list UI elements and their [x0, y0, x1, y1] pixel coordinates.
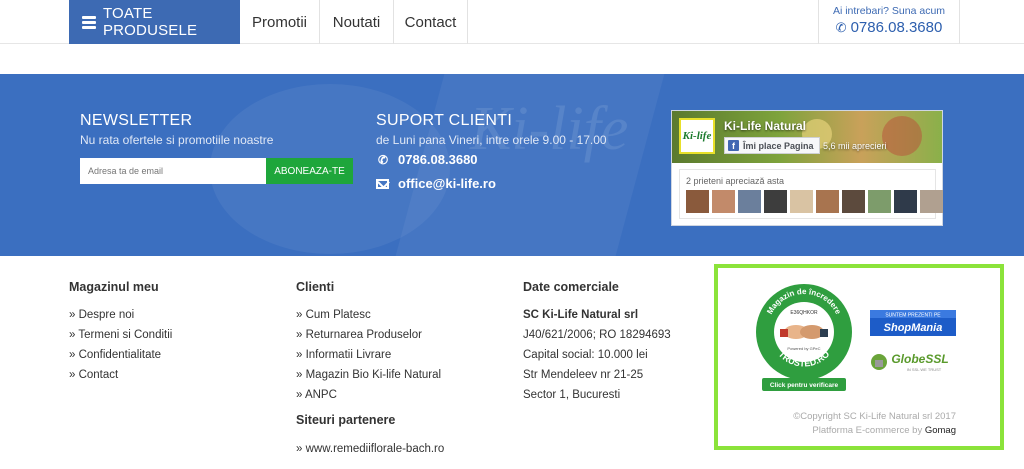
facebook-friends-text: 2 prieteni apreciază asta	[686, 176, 785, 186]
friend-avatar[interactable]	[686, 190, 709, 213]
friend-avatar[interactable]	[764, 190, 787, 213]
copyright-text: ©Copyright SC Ki-Life Natural srl 2017 P…	[793, 410, 956, 438]
link-contact[interactable]: » Contact	[69, 368, 172, 388]
platform-text: Platforma E-commerce by	[812, 425, 923, 436]
nav-noutati[interactable]: Noutati	[320, 0, 394, 44]
phone-icon: ✆	[377, 152, 389, 167]
facebook-like-count: 5,6 mii aprecieri	[823, 141, 887, 151]
all-products-menu-button[interactable]: TOATE PRODUSELE	[69, 0, 240, 44]
facebook-like-label: Îmi place Pagina	[743, 140, 814, 151]
support-email-link[interactable]: office@ki-life.ro	[376, 176, 496, 191]
link-informatii-livrare[interactable]: » Informatii Livrare	[296, 348, 441, 368]
platform-line: Platforma E-commerce by Gomag	[793, 424, 956, 438]
link-cum-platesc[interactable]: » Cum Platesc	[296, 308, 441, 328]
phone-icon: ✆	[835, 19, 847, 35]
all-products-label: TOATE PRODUSELE	[102, 5, 198, 39]
help-phone-link[interactable]: ✆ 0786.08.3680	[819, 19, 959, 36]
friend-avatar[interactable]	[738, 190, 761, 213]
support-phone-link[interactable]: ✆ 0786.08.3680	[376, 152, 478, 167]
friend-avatar[interactable]	[894, 190, 917, 213]
facebook-page-name[interactable]: Ki-Life Natural	[724, 119, 806, 133]
company-name: SC Ki-Life Natural srl	[523, 309, 639, 321]
help-question: Ai intrebari? Suna acum	[832, 5, 946, 17]
newsletter-subtitle: Nu rata ofertele si promotiile noastre	[80, 133, 274, 147]
magazin-title: Magazinul meu	[69, 280, 159, 294]
support-title: SUPORT CLIENTI	[376, 112, 513, 129]
copyright-line: ©Copyright SC Ki-Life Natural srl 2017	[793, 411, 956, 422]
shopmania-badge[interactable]: SUNTEM PREZENTI PE ShopMania	[870, 310, 956, 336]
gomag-link[interactable]: Gomag	[925, 425, 956, 436]
newsletter-title: NEWSLETTER	[80, 112, 193, 129]
company-sector: Sector 1, Bucuresti	[523, 389, 621, 401]
link-remedii-florale[interactable]: » www.remediiflorale-bach.ro	[296, 443, 444, 455]
date-comerciale-info: SC Ki-Life Natural srl J40/621/2006; RO …	[523, 308, 671, 408]
seal-code: E36QHKOR	[790, 310, 818, 316]
friend-avatar[interactable]	[920, 190, 943, 213]
top-navigation: TOATE PRODUSELE Promotii Noutati Contact…	[0, 0, 1024, 44]
help-phone-number: 0786.08.3680	[850, 19, 943, 36]
parteneri-title: Siteuri partenere	[296, 413, 396, 427]
hamburger-icon	[82, 16, 96, 29]
seal-powered: Powered by GPeC	[787, 346, 820, 351]
facebook-friends-box: 2 prieteni apreciază asta	[679, 169, 943, 219]
subscribe-button[interactable]: ABONEAZA-TE	[266, 158, 353, 184]
trust-badges-box: Magazin de încredere TRUSTED.RO E36QHKOR…	[714, 264, 1004, 450]
facebook-friend-avatars	[686, 190, 946, 213]
support-hours: de Luni pana Vineri, intre orele 9.00 - …	[376, 133, 607, 147]
friend-avatar[interactable]	[790, 190, 813, 213]
facebook-page-widget: Ki-life Ki-Life Natural f Îmi place Pagi…	[671, 110, 943, 226]
envelope-icon	[376, 178, 389, 189]
clienti-title: Clienti	[296, 280, 335, 294]
nav-contact[interactable]: Contact	[394, 0, 468, 44]
magazin-links: » Despre noi » Termeni si Conditii » Con…	[69, 308, 172, 388]
globessl-badge[interactable]: GlobeSSL IN SSL WE TRUST	[870, 350, 958, 374]
link-confidentialitate[interactable]: » Confidentialitate	[69, 348, 172, 368]
clienti-links: » Cum Platesc » Returnarea Produselor » …	[296, 308, 441, 408]
friend-avatar[interactable]	[842, 190, 865, 213]
link-anpc[interactable]: » ANPC	[296, 388, 441, 408]
shopmania-top-text: SUNTEM PREZENTI PE	[885, 313, 941, 319]
seal-verify-button[interactable]: Click pentru verificare	[770, 382, 839, 389]
friend-avatar[interactable]	[816, 190, 839, 213]
globessl-name: GlobeSSL	[891, 352, 948, 366]
support-email-address: office@ki-life.ro	[398, 176, 496, 191]
company-street: Str Mendeleev nr 21-25	[523, 369, 644, 381]
facebook-icon: f	[728, 140, 739, 151]
facebook-page-logo[interactable]: Ki-life	[679, 118, 715, 154]
link-despre-noi[interactable]: » Despre noi	[69, 308, 172, 328]
support-phone-number: 0786.08.3680	[398, 152, 478, 167]
friend-avatar[interactable]	[712, 190, 735, 213]
link-returnarea[interactable]: » Returnarea Produselor	[296, 328, 441, 348]
shopmania-name: ShopMania	[884, 322, 943, 334]
company-registration: J40/621/2006; RO 18294693	[523, 329, 671, 341]
link-magazin-bio[interactable]: » Magazin Bio Ki-life Natural	[296, 368, 441, 388]
globessl-tagline: IN SSL WE TRUST	[907, 367, 942, 372]
friend-avatar[interactable]	[868, 190, 891, 213]
nav-promotii[interactable]: Promotii	[240, 0, 320, 44]
facebook-like-button[interactable]: f Îmi place Pagina	[724, 137, 820, 154]
newsletter-email-input[interactable]	[80, 158, 266, 184]
date-comerciale-title: Date comerciale	[523, 280, 619, 294]
company-capital: Capital social: 10.000 lei	[523, 349, 648, 361]
help-call-box: Ai intrebari? Suna acum ✆ 0786.08.3680	[818, 0, 960, 44]
link-termeni[interactable]: » Termeni si Conditii	[69, 328, 172, 348]
trusted-ro-seal[interactable]: Magazin de încredere TRUSTED.RO E36QHKOR…	[754, 282, 854, 392]
